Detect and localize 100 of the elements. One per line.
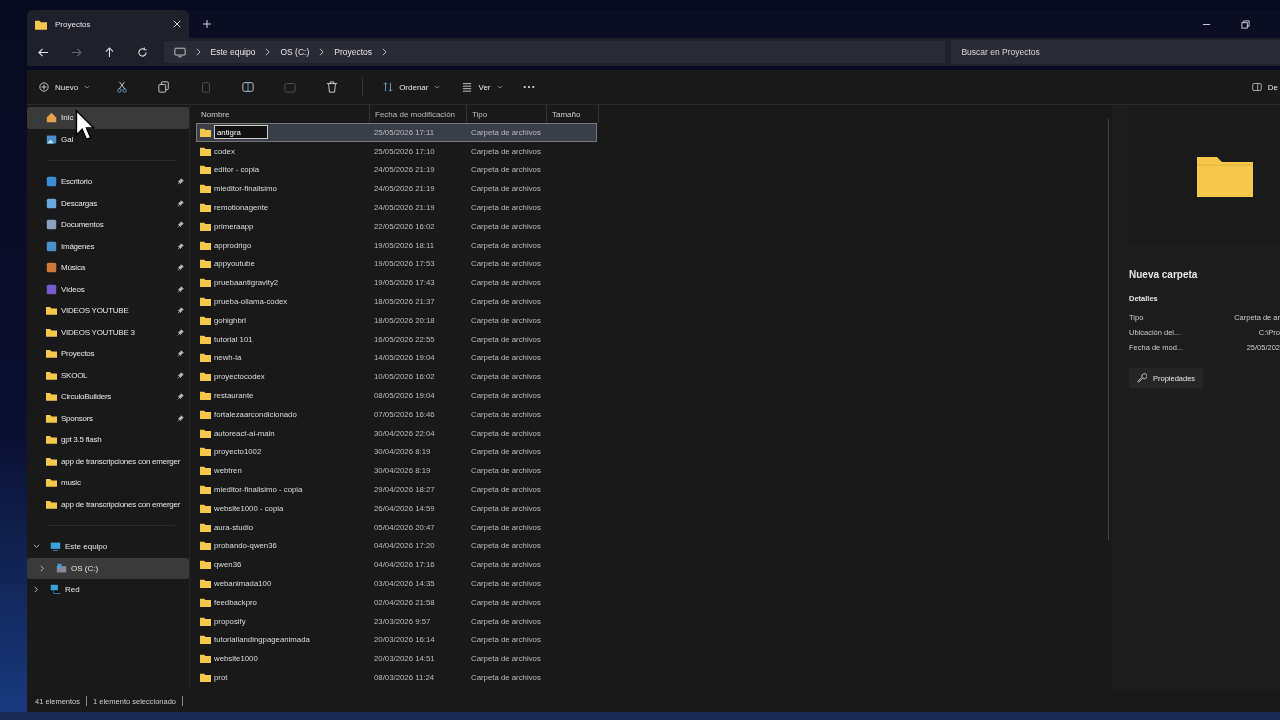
folder-icon [200,184,211,194]
caret-icon [434,85,441,89]
folder-icon [200,428,211,438]
folder-icon [46,326,57,338]
folder-icon [46,498,57,510]
sidebar-item[interactable]: Gal [27,128,189,150]
pin-icon[interactable] [177,242,184,250]
copy-icon[interactable] [158,81,171,93]
sidebar-item[interactable]: Vídeos [27,278,189,300]
folder-icon [46,434,57,446]
breadcrumb-item[interactable]: Este equipo [210,47,256,57]
pin-icon[interactable] [177,414,184,422]
restore-icon[interactable] [1241,19,1250,29]
folder-icon [200,522,211,532]
folder-icon [200,127,211,137]
pin-icon[interactable] [177,264,184,272]
cut-icon[interactable] [116,81,129,93]
rename-icon[interactable] [242,81,255,93]
tree-item[interactable]: Este equipo [27,536,189,558]
folder-icon [200,447,211,457]
caret-icon [84,85,91,89]
sidebar-item[interactable]: app de transcripciones con emerger [27,493,189,515]
folder-icon [46,369,57,381]
folder-icon [200,654,211,664]
chevron-icon[interactable] [33,586,40,594]
sidebar-item[interactable]: music [27,472,189,494]
sidebar-item[interactable]: VIDEOS YOUTUBE 3 [27,321,189,343]
pin-icon[interactable] [177,221,184,229]
up-icon[interactable] [103,46,115,58]
folder-icon [200,485,211,495]
chevron-icon [382,48,388,56]
folder-icon [46,412,57,424]
back-icon[interactable] [38,46,49,58]
folder-icon [200,259,211,269]
forward-icon[interactable] [70,46,82,58]
sidebar-item[interactable]: Imágenes [27,235,189,257]
new-button[interactable]: Nuevo [37,78,93,96]
search-field[interactable]: Buscar en Proyectos [951,40,1280,64]
pin-icon[interactable] [177,393,184,401]
folder-icon [46,477,57,489]
folder-icon [200,541,211,551]
pin-icon[interactable] [177,285,184,293]
folder-icon [200,278,211,288]
window-tab[interactable]: Proyectos [27,10,189,38]
refresh-icon[interactable] [136,46,148,58]
chevron-icon[interactable] [33,543,40,551]
sidebar-item[interactable]: Música [27,257,189,279]
folder-icon [200,297,211,307]
pin-icon[interactable] [177,178,184,186]
pin-icon[interactable] [177,328,184,336]
plus-circle-icon [39,82,49,92]
sidebar-item[interactable]: Descargas [27,192,189,214]
sidebar-item[interactable]: app de transcripciones con emerger [27,450,189,472]
network-icon [50,584,61,596]
close-icon[interactable] [173,20,181,28]
sidebar-item[interactable]: Inic [27,107,189,129]
breadcrumb-item[interactable]: Proyectos [334,47,373,57]
caret-icon [496,85,503,89]
details-button[interactable]: De [1249,78,1280,96]
sidebar-item[interactable]: VIDEOS YOUTUBE [27,300,189,322]
monitor-icon [50,541,61,553]
folder-icon [46,455,57,467]
folder-icon [200,560,211,570]
pin-icon[interactable] [177,371,184,379]
folder-icon [200,673,211,682]
item-title: Nueva carpeta [1129,269,1199,280]
tree-item[interactable]: OS (C:) [27,557,189,579]
folder-icon [200,203,211,213]
delete-icon[interactable] [326,81,339,93]
sidebar-item[interactable]: Sponsors [27,407,189,429]
chevron-icon[interactable] [39,564,46,572]
address-bar[interactable]: Este equipo OS (C:) Proyectos [163,41,946,63]
key-icon [1137,373,1147,383]
chevron-icon [265,48,271,56]
chevron-icon [319,48,325,56]
folder-icon [200,466,211,476]
sort-button[interactable]: Ordenar [381,78,443,96]
sidebar-item[interactable]: Proyectos [27,343,189,365]
folder-icon [200,334,211,344]
sidebar-item[interactable]: CirculoBuilders [27,386,189,408]
sidebar-item[interactable]: Documentos [27,214,189,236]
folder-icon [200,165,211,175]
pin-icon[interactable] [177,199,184,207]
list-icon [462,82,473,92]
sidebar-item[interactable]: Escritorio [27,171,189,193]
folder-icon [200,391,211,401]
sidebar-item[interactable]: gpt 3.5 flash [27,429,189,451]
view-button[interactable]: Ver [460,78,505,96]
tree-item[interactable]: Red [27,579,189,601]
pin-icon[interactable] [177,307,184,315]
monitor-icon [173,46,186,58]
folder-icon [200,240,211,250]
breadcrumb-item[interactable]: OS (C:) [280,47,310,57]
sidebar-item[interactable]: SKOOL [27,364,189,386]
folder-icon [200,353,211,363]
more-icon[interactable] [522,85,535,89]
drive-icon [56,562,67,574]
folder-icon [46,305,57,317]
new-tab-icon[interactable] [203,20,211,28]
pin-icon[interactable] [177,350,184,358]
